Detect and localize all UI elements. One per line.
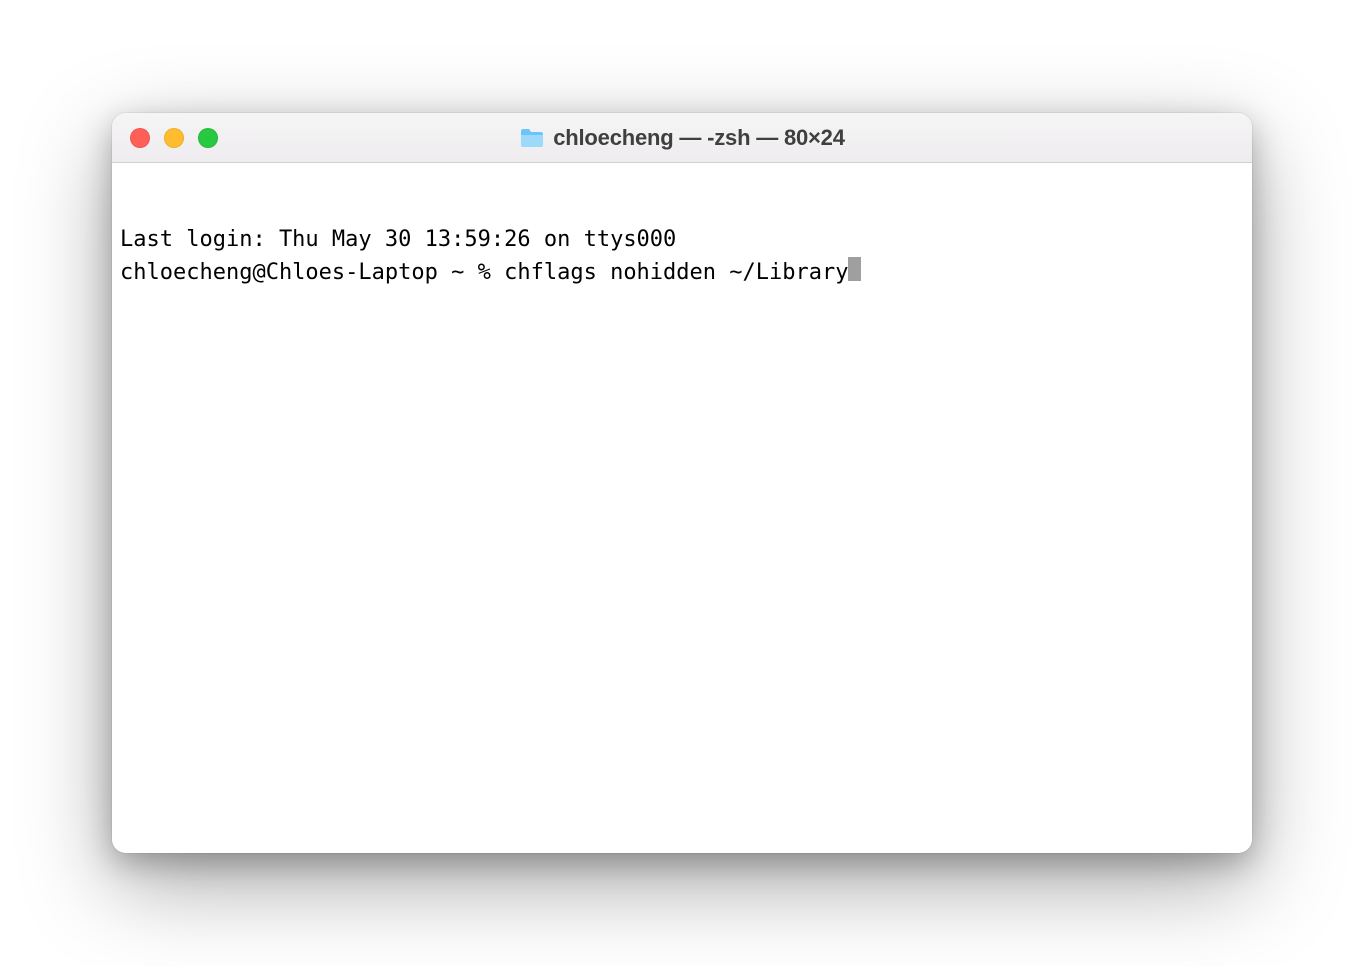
window-titlebar[interactable]: chloecheng — -zsh — 80×24 <box>112 113 1252 163</box>
terminal-content[interactable]: Last login: Thu May 30 13:59:26 on ttys0… <box>112 163 1252 853</box>
prompt-line: chloecheng@Chloes-Laptop ~ % chflags noh… <box>120 255 1244 288</box>
last-login-line: Last login: Thu May 30 13:59:26 on ttys0… <box>120 226 1244 255</box>
shell-prompt: chloecheng@Chloes-Laptop ~ % <box>120 259 504 288</box>
window-title: chloecheng — -zsh — 80×24 <box>553 125 845 151</box>
command-input[interactable]: chflags nohidden ~/Library <box>504 259 848 288</box>
close-button[interactable] <box>130 128 150 148</box>
folder-icon <box>519 127 545 149</box>
title-container: chloecheng — -zsh — 80×24 <box>112 125 1252 151</box>
minimize-button[interactable] <box>164 128 184 148</box>
terminal-window: chloecheng — -zsh — 80×24 Last login: Th… <box>112 113 1252 853</box>
zoom-button[interactable] <box>198 128 218 148</box>
cursor <box>848 257 861 281</box>
traffic-lights <box>130 128 218 148</box>
